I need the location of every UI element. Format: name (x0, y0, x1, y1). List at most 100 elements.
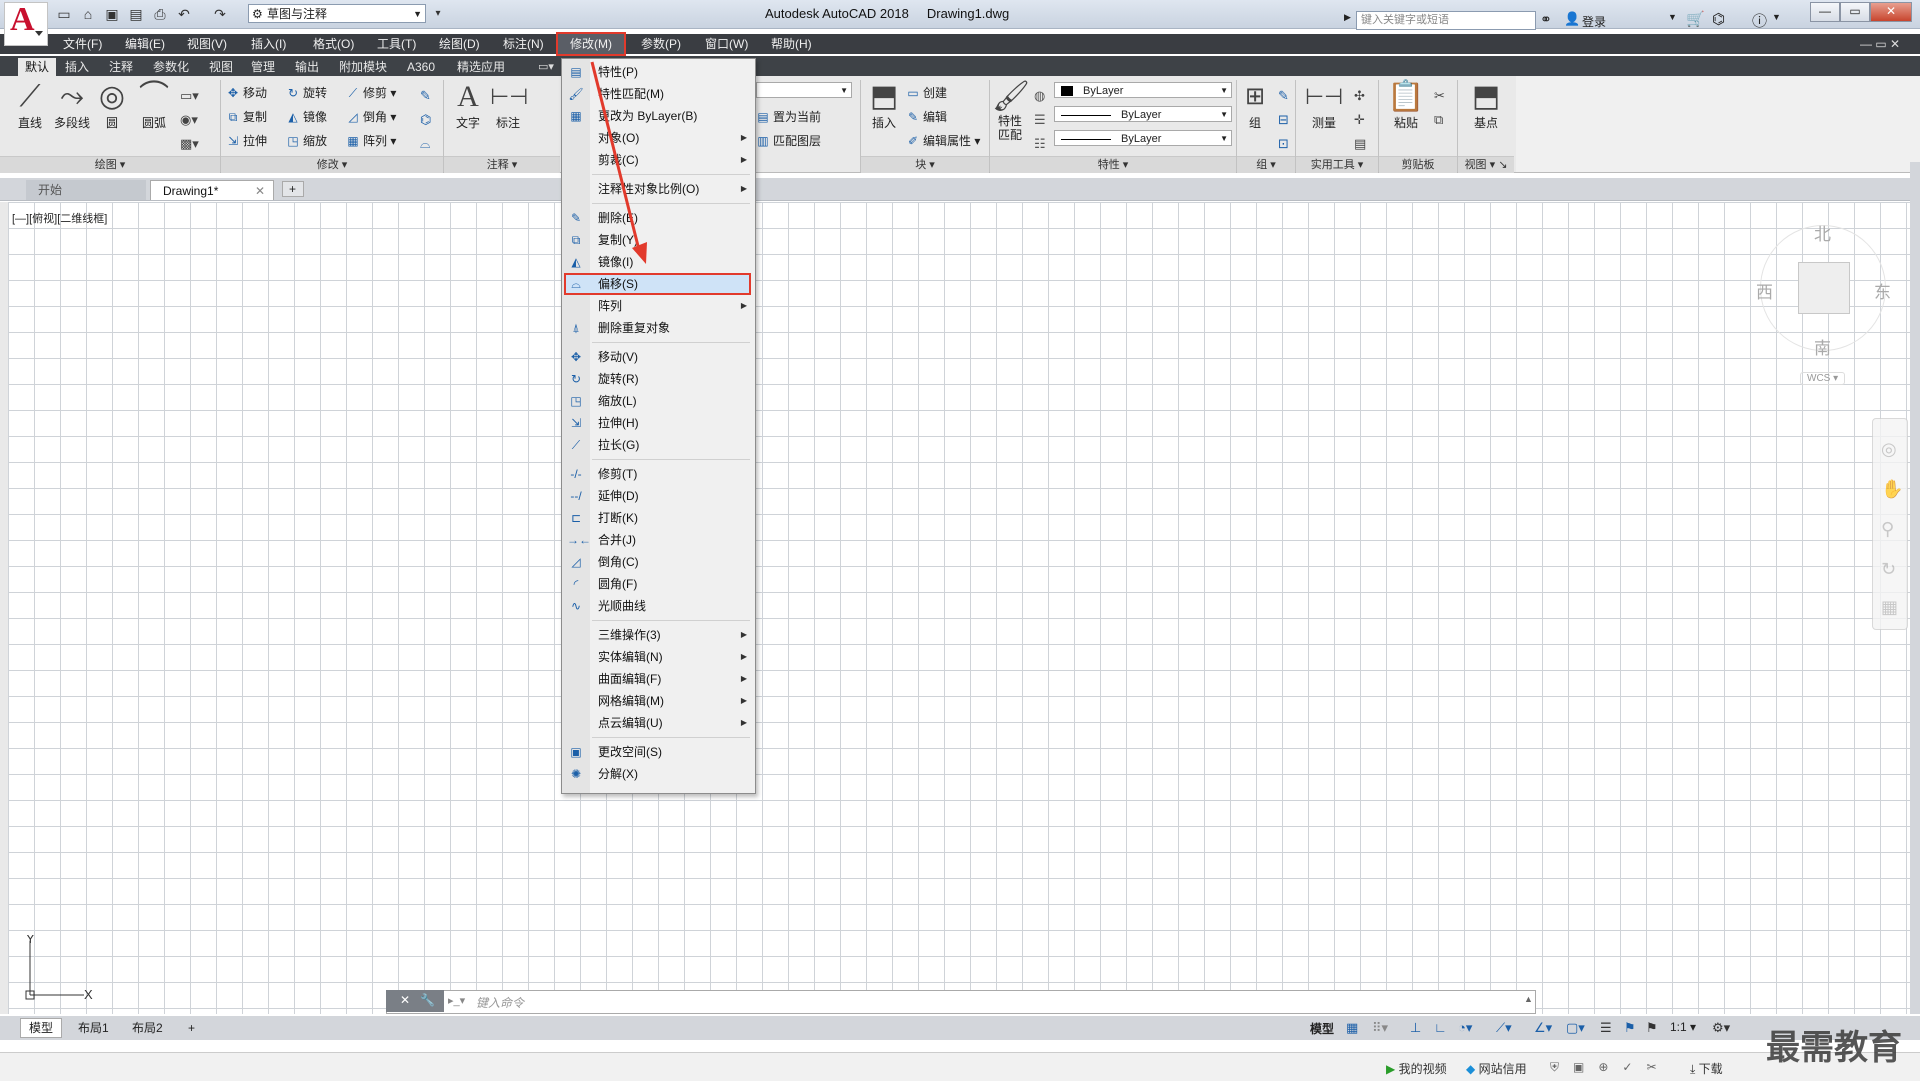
panel-title-view[interactable]: 视图 ▾ ↘ (1458, 156, 1514, 173)
my-video-link[interactable]: ▶ 我的视频 (1386, 1060, 1447, 1077)
menu-format[interactable]: 格式(O) (308, 36, 359, 52)
layer-select[interactable]: ▼ (756, 82, 852, 98)
open-file-icon[interactable]: ⌂ (78, 5, 98, 23)
circle-button[interactable]: ◎ 圆 (94, 80, 130, 131)
menu-dimension[interactable]: 标注(N) (498, 36, 549, 52)
tab-a360[interactable]: A360 (400, 58, 442, 76)
close-icon[interactable]: ✕ (255, 181, 265, 201)
edit-attribute-button[interactable]: ✐ 编辑属性 ▾ (906, 132, 980, 149)
menu-item[interactable]: ⊏ 打断(K) (562, 507, 755, 529)
menu-item[interactable]: 阵列 ▶ (562, 295, 755, 317)
application-menu-button[interactable]: A (4, 1, 48, 46)
set-current-layer-button[interactable]: ▤ 置为当前 (756, 108, 821, 125)
menu-help[interactable]: 帮助(H) (766, 36, 817, 52)
menu-item[interactable]: ∿ 光顺曲线 (562, 595, 755, 617)
undo-icon[interactable]: ↶ (174, 5, 194, 23)
showmotion-icon[interactable]: ▦ (1881, 597, 1898, 618)
viewcube-east[interactable]: 东 (1874, 278, 1891, 303)
base-point-button[interactable]: ⬒ 基点 (1466, 80, 1506, 131)
menu-item[interactable]: --/ 延伸(D) (562, 485, 755, 507)
customize-qat-icon[interactable]: ▾ (428, 5, 448, 23)
tab-parametric[interactable]: 参数化 (146, 58, 196, 76)
pan-icon[interactable]: ✋ (1881, 479, 1903, 500)
maximize-button[interactable]: ▭ (1840, 2, 1870, 22)
cart-icon[interactable]: 🛒 (1686, 10, 1705, 28)
tab-view[interactable]: 视图 (202, 58, 240, 76)
viewcube-face-top[interactable] (1798, 262, 1850, 314)
text-button[interactable]: A 文字 (450, 80, 486, 131)
panel-title-modify[interactable]: 修改 ▾ (221, 156, 443, 173)
chamfer-button[interactable]: ◿ 倒角 ▾ (346, 108, 396, 125)
menu-item[interactable]: 实体编辑(N) ▶ (562, 646, 755, 668)
menu-tools[interactable]: 工具(T) (372, 36, 421, 52)
line-button[interactable]: ⟋ 直线 (10, 80, 50, 131)
autodesk-app-icon[interactable]: ⌬ (1712, 10, 1725, 28)
tab-model[interactable]: 模型 (20, 1018, 63, 1038)
doc-window-controls[interactable]: — ▭ ✕ (1860, 37, 1900, 51)
wrench-icon[interactable]: 🔧 (420, 993, 435, 1007)
command-line[interactable] (386, 990, 1536, 1014)
snap-icon[interactable]: ⠿▾ (1372, 1020, 1388, 1036)
menu-item[interactable]: -/- 修剪(T) (562, 463, 755, 485)
lineweight-select[interactable]: ByLayer ▼ (1054, 130, 1232, 146)
menu-item[interactable]: ✺ 分解(X) (562, 763, 755, 785)
command-prompt-icon[interactable]: ▸_▾ (448, 994, 465, 1007)
grid-icon[interactable]: ▦ (1346, 1020, 1358, 1036)
chevron-down-icon[interactable]: ▼ (1668, 12, 1677, 22)
menu-item[interactable]: 网格编辑(M) ▶ (562, 690, 755, 712)
tab-start[interactable]: 开始 (26, 180, 146, 200)
net-credit-link[interactable]: ◆ 网站信用 (1466, 1060, 1527, 1077)
polyline-button[interactable]: ⤳ 多段线 (50, 80, 94, 131)
tab-drawing1[interactable]: Drawing1* ✕ (150, 180, 274, 200)
viewcube-north[interactable]: 北 (1814, 220, 1831, 245)
menu-parametric[interactable]: 参数(P) (636, 36, 686, 52)
binoculars-icon[interactable]: ⚭ (1540, 11, 1552, 28)
group-small-icons[interactable]: ✎ ⊟ ⊡ (1278, 84, 1289, 156)
panel-title-annotation[interactable]: 注释 ▾ (444, 156, 560, 173)
panel-title-draw[interactable]: 绘图 ▾ (0, 156, 220, 173)
chevron-down-icon[interactable]: ▼ (1772, 12, 1781, 22)
workspace-select[interactable]: ⚙ 草图与注释 ▼ (248, 4, 426, 23)
gear-icon[interactable]: ⚙▾ (1712, 1020, 1730, 1036)
isodraft-icon[interactable]: ◔▾ (1458, 1020, 1472, 1036)
navigation-bar[interactable]: ◎ ✋ ⚲ ↻ ▦ (1872, 418, 1908, 630)
tab-default[interactable]: 默认 (18, 58, 57, 76)
match-layer-button[interactable]: ▥ 匹配图层 (756, 132, 821, 149)
panel-title-properties[interactable]: 特性 ▾ (990, 156, 1236, 173)
canvas-scrollbar[interactable] (1910, 162, 1920, 1014)
menu-item[interactable]: ◿ 倒角(C) (562, 551, 755, 573)
command-line-controls[interactable]: ✕ 🔧 (386, 990, 444, 1012)
scale-button[interactable]: ◳ 缩放 (286, 132, 327, 149)
panel-title-groups[interactable]: 组 ▾ (1237, 156, 1295, 173)
menu-item[interactable]: ⌓ 偏移(S) (562, 273, 755, 295)
linetype-select[interactable]: ByLayer ▼ (1054, 106, 1232, 122)
close-button[interactable]: ✕ (1870, 2, 1912, 22)
minimize-button[interactable]: — (1810, 2, 1840, 22)
menu-window[interactable]: 窗口(W) (700, 36, 753, 52)
menu-item[interactable]: ↻ 旋转(R) (562, 368, 755, 390)
command-input[interactable]: 键入命令 (476, 994, 524, 1011)
utilities-small-icons[interactable]: ✣ ✛ ▤ (1354, 84, 1366, 156)
save-icon[interactable]: ▣ (102, 5, 122, 23)
group-button[interactable]: ⊞ 组 (1240, 80, 1270, 131)
menu-draw[interactable]: 绘图(D) (434, 36, 485, 52)
paste-button[interactable]: 📋 粘贴 (1386, 80, 1426, 131)
search-expand-icon[interactable]: ▶ (1344, 12, 1351, 23)
menu-view[interactable]: 视图(V) (182, 36, 232, 52)
ortho-icon[interactable]: ⊥ (1410, 1020, 1421, 1036)
tab-layout1[interactable]: 布局1 (70, 1019, 117, 1037)
add-layout-button[interactable]: + (180, 1019, 203, 1037)
new-file-icon[interactable]: ▭ (54, 5, 74, 23)
match-properties-button[interactable]: 🖌 特性 匹配 (992, 80, 1030, 142)
lineweight-icon[interactable]: ☰ (1600, 1020, 1612, 1036)
menu-file[interactable]: 文件(F) (58, 36, 107, 52)
menu-item[interactable]: ✥ 移动(V) (562, 346, 755, 368)
search-input[interactable]: 键入关键字或短语 (1356, 11, 1536, 30)
ribbon-toggle-icon[interactable]: ▭▾ (538, 60, 554, 73)
model-space-toggle[interactable]: 模型 (1310, 1020, 1334, 1037)
arc-button[interactable]: ⌒ 圆弧 (134, 80, 174, 131)
menu-insert[interactable]: 插入(I) (246, 36, 291, 52)
array-button[interactable]: ▦ 阵列 ▾ (346, 132, 396, 149)
copy-button[interactable]: ⧉ 复制 (226, 108, 267, 125)
color-select[interactable]: ByLayer ▼ (1054, 82, 1232, 98)
